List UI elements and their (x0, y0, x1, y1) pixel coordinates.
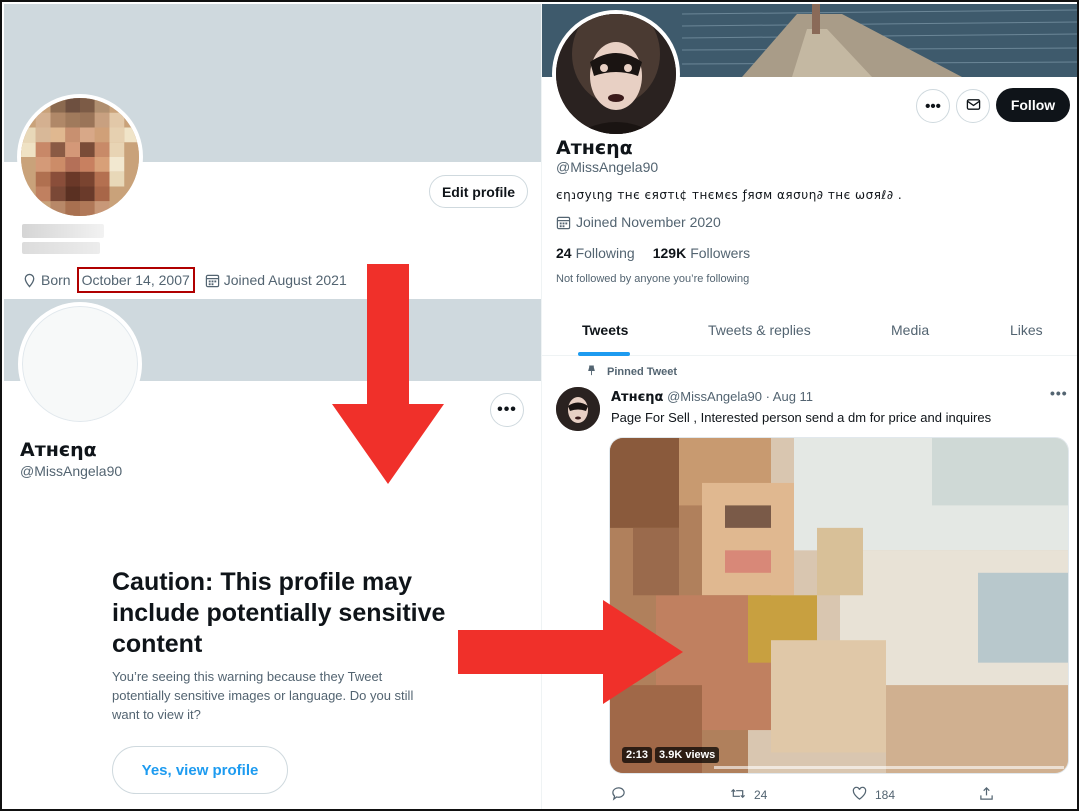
like-icon (852, 786, 867, 804)
profile-meta-row: Born October 14, 2007 Joined August 2021 (22, 267, 347, 293)
like-count: 184 (875, 788, 896, 802)
mail-icon (966, 97, 981, 116)
handle: @MissAngela90 (20, 463, 123, 479)
tab-likes[interactable]: Likes (1010, 322, 1043, 338)
followers-count: 129K (652, 245, 687, 261)
calendar-icon (205, 273, 220, 288)
share-icon (979, 786, 994, 804)
handle: @MissAngela90 (556, 159, 659, 175)
pin-icon (586, 365, 597, 379)
like-button[interactable]: 184 (852, 786, 895, 804)
video-badges: 2:13 3.9K views (622, 747, 720, 763)
not-followed-note: Not followed by anyone you’re following (556, 273, 750, 285)
pinned-label: Pinned Tweet (607, 366, 678, 378)
calendar-icon (556, 215, 571, 230)
caution-text: You’re seeing this warning because they … (112, 669, 414, 722)
tweet-header: Aтнєηα @MissAngela90 · Aug 11 (611, 389, 813, 405)
retweet-count: 24 (754, 788, 768, 802)
bio: єηנσуιηg тнє єяσтι¢ тнємєѕ ƒяσм αяσυη∂ т… (556, 188, 903, 202)
edit-profile-button[interactable]: Edit profile (429, 175, 528, 208)
born-label: Born (41, 272, 71, 288)
view-profile-button[interactable]: Yes, view profile (112, 746, 288, 794)
profile-panel-birthday: Edit profile Born October 14, 2007 Joine… (4, 4, 541, 297)
display-name: Aтнєηα (20, 439, 97, 461)
avatar-placeholder[interactable] (18, 302, 142, 426)
followers-label: Followers (690, 245, 751, 261)
born-date-highlighted: October 14, 2007 (76, 267, 195, 293)
profile-tabs: Tweets Tweets & replies Media Likes (542, 308, 1077, 356)
right-arrow (458, 600, 683, 704)
message-button[interactable] (956, 89, 990, 123)
tweet-meta: @MissAngela90 · Aug 11 (667, 389, 814, 404)
down-arrow (332, 264, 444, 484)
joined-row: Joined November 2020 (556, 214, 721, 230)
screenshot-frame: Edit profile Born October 14, 2007 Joine… (0, 0, 1079, 811)
video-progress-bar[interactable] (714, 766, 1064, 769)
tab-tweets-replies[interactable]: Tweets & replies (708, 322, 811, 338)
reply-icon (611, 786, 626, 804)
follow-counts: 24 Following 129K Followers (556, 245, 750, 261)
following-link[interactable]: 24 Following (556, 245, 635, 261)
following-label: Following (575, 245, 635, 261)
active-tab-indicator (578, 352, 630, 356)
tweet-actions: 24 184 (611, 786, 1071, 804)
tweet-avatar[interactable] (556, 387, 600, 431)
joined-date: Joined November 2020 (576, 214, 721, 230)
retweet-button[interactable]: 24 (730, 786, 767, 804)
location-icon (22, 273, 37, 288)
follow-button[interactable]: Follow (996, 88, 1070, 122)
pinned-indicator: Pinned Tweet (586, 365, 677, 379)
avatar-masked-woman[interactable] (552, 10, 680, 138)
avatar-pixelated[interactable] (17, 94, 143, 220)
video-duration: 2:13 (622, 747, 653, 763)
tweet-author[interactable]: Aтнєηα (611, 390, 663, 405)
tweet-more-button[interactable]: ••• (1050, 385, 1068, 401)
tab-media[interactable]: Media (891, 322, 929, 338)
video-views: 3.9K views (655, 747, 720, 763)
blurred-display-name (22, 224, 104, 238)
share-button[interactable] (979, 786, 994, 804)
reply-button[interactable] (611, 786, 626, 804)
caution-title: Caution: This profile may include potent… (112, 568, 446, 658)
followers-link[interactable]: 129K Followers (653, 245, 750, 261)
blurred-handle (22, 242, 100, 254)
tweet-text: Page For Sell , Interested person send a… (611, 410, 992, 425)
retweet-icon (730, 786, 746, 804)
following-count: 24 (556, 245, 572, 261)
display-name: Aтнєηα (556, 137, 633, 159)
tab-tweets[interactable]: Tweets (582, 322, 628, 338)
more-options-button[interactable]: ••• (490, 393, 524, 427)
joined-date: Joined August 2021 (223, 272, 347, 288)
profile-panel-caution: ••• Aтнєηα @MissAngela90 Caution: This p… (4, 299, 541, 809)
more-options-button[interactable]: ••• (916, 89, 950, 123)
